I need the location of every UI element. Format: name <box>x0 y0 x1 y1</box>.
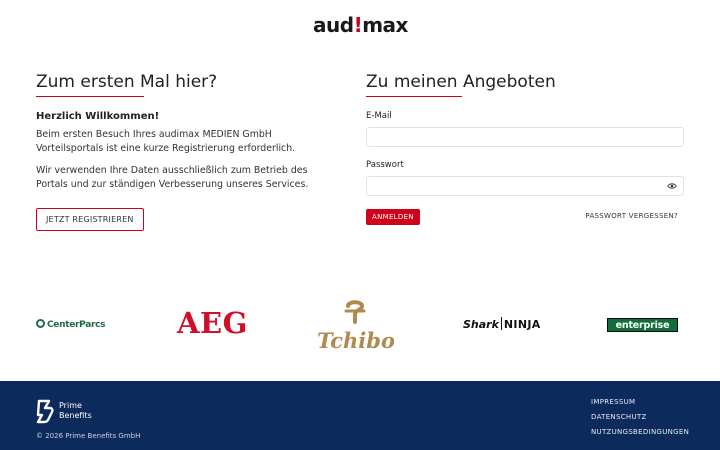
forgot-password-link[interactable]: PASSWORT VERGESSEN? <box>585 212 678 220</box>
login-button[interactable]: ANMELDEN <box>366 209 420 225</box>
centerparcs-ring-icon <box>36 319 45 328</box>
prime-benefits-line2: Benefits <box>59 411 92 420</box>
prime-benefits-logo-icon <box>36 399 54 424</box>
login-section: Zu meinen Angeboten E-Mail Passwort ANME… <box>366 72 684 229</box>
brand-logos: CenterParcs AEG Tchibo Shark NINJA enterp… <box>0 296 720 356</box>
header: aud!max <box>0 0 720 50</box>
login-title: Zu meinen Angeboten <box>366 72 556 92</box>
tchibo-logo[interactable]: Tchibo <box>318 298 394 354</box>
email-label: E-Mail <box>366 111 392 121</box>
eye-icon[interactable] <box>667 181 677 191</box>
logo-part-aud: aud <box>313 13 354 37</box>
login-title-underline <box>366 96 462 97</box>
login-actions: ANMELDEN PASSWORT VERGESSEN? <box>366 209 684 229</box>
footer-link-impressum[interactable]: IMPRESSUM <box>591 398 689 406</box>
password-field-wrapper <box>366 176 684 199</box>
prime-benefits-line1: Prime <box>59 401 82 410</box>
sharkninja-divider <box>500 317 502 330</box>
footer: Prime Benefits © 2026 Prime Benefits Gmb… <box>0 381 720 450</box>
logo-part-max: max <box>362 13 408 37</box>
prime-benefits-wordmark[interactable]: Prime Benefits <box>59 401 92 421</box>
password-field[interactable] <box>367 181 657 199</box>
email-field[interactable] <box>367 132 657 150</box>
aeg-logo[interactable]: AEG <box>177 306 248 340</box>
register-title-underline <box>36 96 144 97</box>
register-intro-text: Beim ersten Besuch Ihres audimax MEDIEN … <box>36 129 296 154</box>
register-section: Zum ersten Mal hier? Herzlich Willkommen… <box>36 72 326 231</box>
copyright-text: © 2026 Prime Benefits GmbH <box>36 432 141 440</box>
enterprise-logo[interactable]: enterprise <box>607 318 678 332</box>
shark-wordmark: Shark <box>463 318 499 331</box>
centerparcs-wordmark: CenterParcs <box>47 320 106 330</box>
logo-part-bang: ! <box>353 13 363 37</box>
footer-links: IMPRESSUM DATENSCHUTZ NUTZUNGSBEDINGUNGE… <box>591 398 689 443</box>
password-label: Passwort <box>366 160 404 170</box>
register-title: Zum ersten Mal hier? <box>36 72 218 92</box>
footer-link-nutzungsbedingungen[interactable]: NUTZUNGSBEDINGUNGEN <box>591 428 689 436</box>
email-field-wrapper <box>366 127 684 150</box>
centerparcs-logo[interactable]: CenterParcs <box>36 319 106 330</box>
footer-link-datenschutz[interactable]: DATENSCHUTZ <box>591 413 689 421</box>
register-button[interactable]: JETZT REGISTRIEREN <box>36 208 144 231</box>
privacy-text: Wir verwenden Ihre Daten ausschließlich … <box>36 165 309 190</box>
welcome-heading: Herzlich Willkommen! <box>36 111 160 122</box>
sharkninja-logo[interactable]: Shark NINJA <box>463 317 541 331</box>
ninja-wordmark: NINJA <box>503 318 541 331</box>
tchibo-wordmark: Tchibo <box>318 328 394 353</box>
audimax-logo[interactable]: aud!max <box>313 13 408 37</box>
